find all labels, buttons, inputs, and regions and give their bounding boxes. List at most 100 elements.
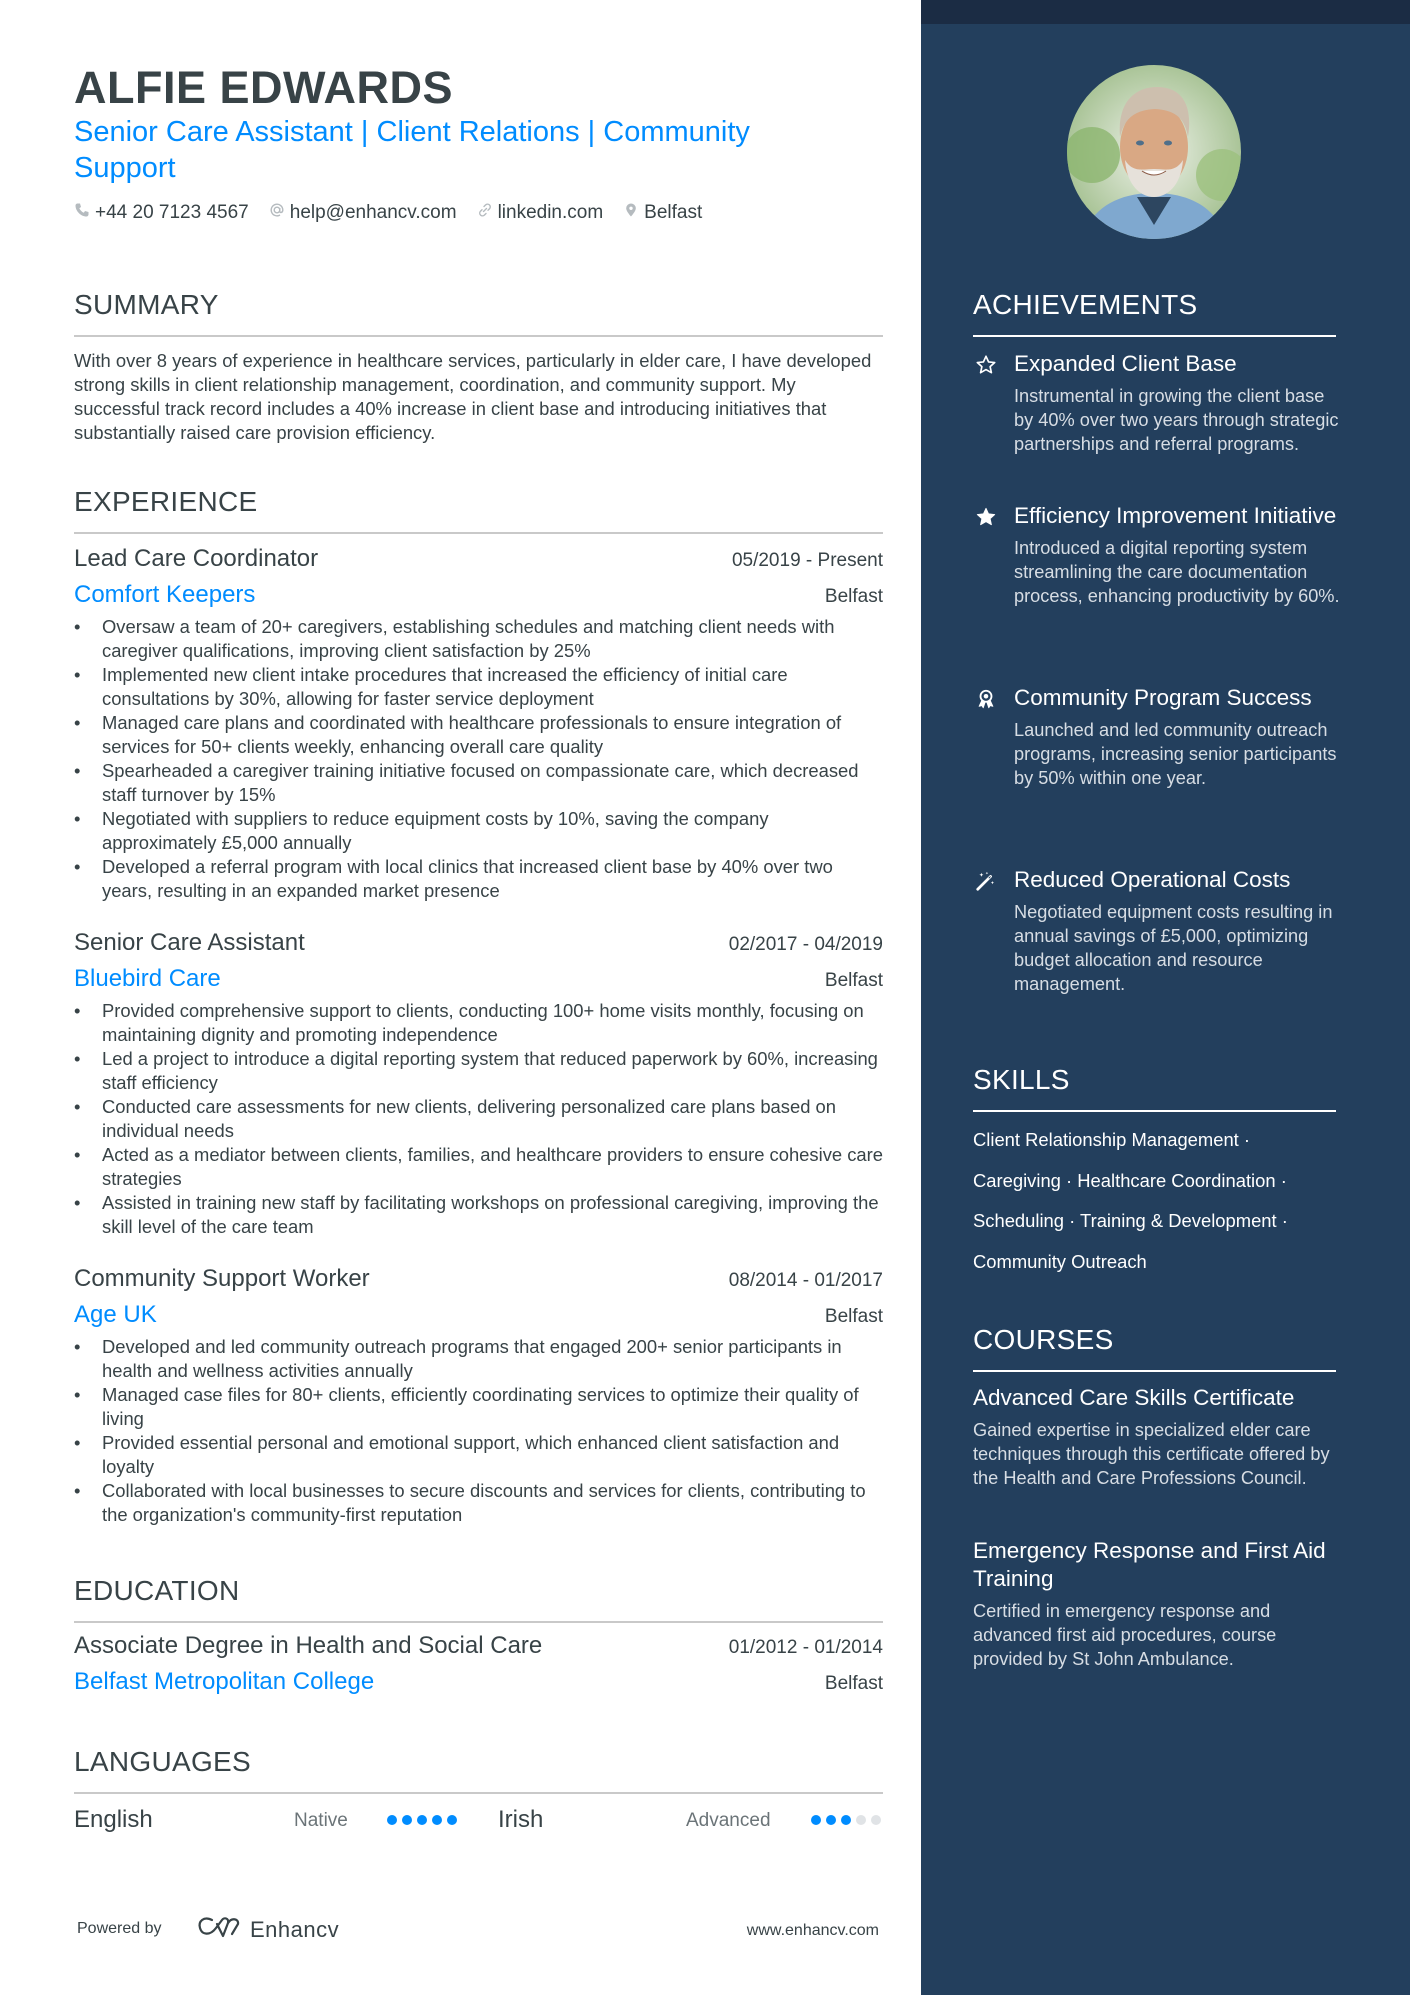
rating-dot-filled	[402, 1815, 412, 1825]
sidebar-top-strip	[921, 0, 1410, 24]
job-bullet: Managed care plans and coordinated with …	[74, 711, 883, 759]
education-location: Belfast	[824, 1673, 883, 1694]
contact-phone[interactable]: +44 20 7123 4567	[74, 202, 249, 224]
language-level: Advanced	[686, 1810, 771, 1831]
course-item: Emergency Response and First Aid Trainin…	[973, 1537, 1343, 1671]
skill-item: Healthcare Coordination	[1077, 1169, 1276, 1191]
job-dates: 05/2019 - Present	[731, 550, 883, 571]
achievement-title: Reduced Operational Costs	[1014, 867, 1291, 892]
course-title: Emergency Response and First Aid Trainin…	[973, 1538, 1326, 1591]
contact-email[interactable]: help@enhancv.com	[269, 202, 457, 224]
job-bullet: Provided comprehensive support to client…	[74, 999, 883, 1047]
language-item: Irish	[498, 1805, 543, 1835]
footer-url[interactable]: www.enhancv.com	[747, 1922, 879, 1940]
rating-dot-filled	[447, 1815, 457, 1825]
job-entry: Senior Care Assistant 02/2017 - 04/2019 …	[74, 929, 883, 1239]
skills-heading: SKILLS	[973, 1064, 1336, 1112]
education-degree: Associate Degree in Health and Social Ca…	[74, 1632, 543, 1659]
job-dates: 02/2017 - 04/2019	[728, 934, 883, 955]
languages-list: English Native Irish Advanced	[74, 1805, 883, 1835]
language-rating	[387, 1815, 462, 1825]
achievement-title: Community Program Success	[1014, 685, 1312, 710]
job-bullet: Led a project to introduce a digital rep…	[74, 1047, 883, 1095]
achievement-item: Expanded Client Base Instrumental in gro…	[973, 350, 1343, 456]
summary-heading: SUMMARY	[74, 289, 883, 337]
skills-line: Scheduling · Training & Development ·	[973, 1210, 1288, 1231]
achievement-description: Instrumental in growing the client base …	[1014, 386, 1339, 454]
skills-line: Client Relationship Management ·	[973, 1129, 1251, 1150]
achievement-item: Efficiency Improvement Initiative Introd…	[973, 502, 1343, 608]
skills-list: Client Relationship Management · Caregiv…	[973, 1120, 1343, 1282]
job-bullet: Collaborated with local businesses to se…	[74, 1479, 883, 1527]
achievement-item: Reduced Operational Costs Negotiated equ…	[973, 866, 1343, 996]
award-ribbon-icon	[973, 686, 999, 712]
rating-dot-empty	[871, 1815, 881, 1825]
rating-dot-filled	[826, 1815, 836, 1825]
candidate-headline: Senior Care Assistant | Client Relations…	[74, 116, 750, 184]
job-bullet: Assisted in training new staff by facili…	[74, 1191, 883, 1239]
summary-text: With over 8 years of experience in healt…	[74, 350, 872, 443]
candidate-name: ALFIE EDWARDS	[74, 62, 454, 113]
job-bullet: Conducted care assessments for new clien…	[74, 1095, 883, 1143]
achievement-item: Community Program Success Launched and l…	[973, 684, 1343, 790]
job-bullet: Negotiated with suppliers to reduce equi…	[74, 807, 883, 855]
languages-heading: LANGUAGES	[74, 1746, 883, 1794]
skill-item: Community Outreach	[973, 1250, 1147, 1272]
phone-icon	[74, 202, 95, 224]
contact-linkedin[interactable]: linkedin.com	[477, 202, 604, 224]
job-company[interactable]: Bluebird Care	[74, 965, 221, 993]
job-title: Lead Care Coordinator	[74, 545, 319, 572]
rating-dot-empty	[856, 1815, 866, 1825]
education-dates: 01/2012 - 01/2014	[728, 1637, 883, 1658]
job-bullet: Developed and led community outreach pro…	[74, 1335, 883, 1383]
magic-wand-icon	[973, 868, 999, 894]
job-bullets: Developed and led community outreach pro…	[74, 1335, 883, 1527]
main-column: ALFIE EDWARDS Senior Care Assistant | Cl…	[0, 0, 921, 1995]
skill-item: Training & Development	[1080, 1210, 1277, 1231]
contact-bar: +44 20 7123 4567 help@enhancv.com linked…	[74, 202, 722, 224]
footer-brand[interactable]: Enhancv	[196, 1914, 339, 1945]
enhancv-logo-icon	[196, 1914, 242, 1945]
location-pin-icon	[623, 202, 644, 224]
sidebar: ACHIEVEMENTS Expanded Client Base Instru…	[921, 0, 1410, 1995]
course-title: Advanced Care Skills Certificate	[973, 1385, 1295, 1410]
job-location: Belfast	[824, 586, 883, 607]
phone-text: +44 20 7123 4567	[95, 202, 249, 223]
course-description: Gained expertise in specialized elder ca…	[973, 1420, 1330, 1488]
job-bullet: Acted as a mediator between clients, fam…	[74, 1143, 883, 1191]
job-bullets: Provided comprehensive support to client…	[74, 999, 883, 1239]
link-icon	[477, 202, 498, 224]
education-school[interactable]: Belfast Metropolitan College	[74, 1668, 374, 1696]
job-location: Belfast	[824, 1306, 883, 1327]
skills-line: Community Outreach	[973, 1242, 1343, 1283]
language-rating	[811, 1815, 886, 1825]
job-bullets: Oversaw a team of 20+ caregivers, establ…	[74, 615, 883, 903]
job-entry: Lead Care Coordinator 05/2019 - Present …	[74, 545, 883, 903]
skill-item: Caregiving	[973, 1169, 1061, 1191]
footer-powered-by: Powered by	[77, 1920, 162, 1937]
star-outline-icon	[973, 352, 999, 378]
language-name: English	[74, 1806, 153, 1833]
language-item: English	[74, 1805, 153, 1835]
achievement-description: Introduced a digital reporting system st…	[1014, 538, 1340, 606]
linkedin-text: linkedin.com	[497, 202, 604, 223]
skill-item: Client Relationship Management	[973, 1129, 1239, 1150]
experience-heading: EXPERIENCE	[74, 486, 883, 534]
education-entry: Associate Degree in Health and Social Ca…	[74, 1632, 883, 1696]
contact-location: Belfast	[623, 202, 702, 224]
courses-heading: COURSES	[973, 1324, 1336, 1372]
achievement-title: Efficiency Improvement Initiative	[1014, 503, 1337, 528]
job-company[interactable]: Comfort Keepers	[74, 581, 255, 609]
footer-brand-text: Enhancv	[250, 1916, 340, 1942]
rating-dot-filled	[841, 1815, 851, 1825]
course-description: Certified in emergency response and adva…	[973, 1601, 1277, 1669]
rating-dot-filled	[811, 1815, 821, 1825]
job-bullet: Oversaw a team of 20+ caregivers, establ…	[74, 615, 883, 663]
job-company[interactable]: Age UK	[74, 1301, 157, 1329]
course-item: Advanced Care Skills Certificate Gained …	[973, 1384, 1343, 1490]
job-bullet: Provided essential personal and emotiona…	[74, 1431, 883, 1479]
job-title: Senior Care Assistant	[74, 929, 305, 956]
job-location: Belfast	[824, 970, 883, 991]
language-name: Irish	[498, 1806, 544, 1833]
job-bullet: Developed a referral program with local …	[74, 855, 883, 903]
